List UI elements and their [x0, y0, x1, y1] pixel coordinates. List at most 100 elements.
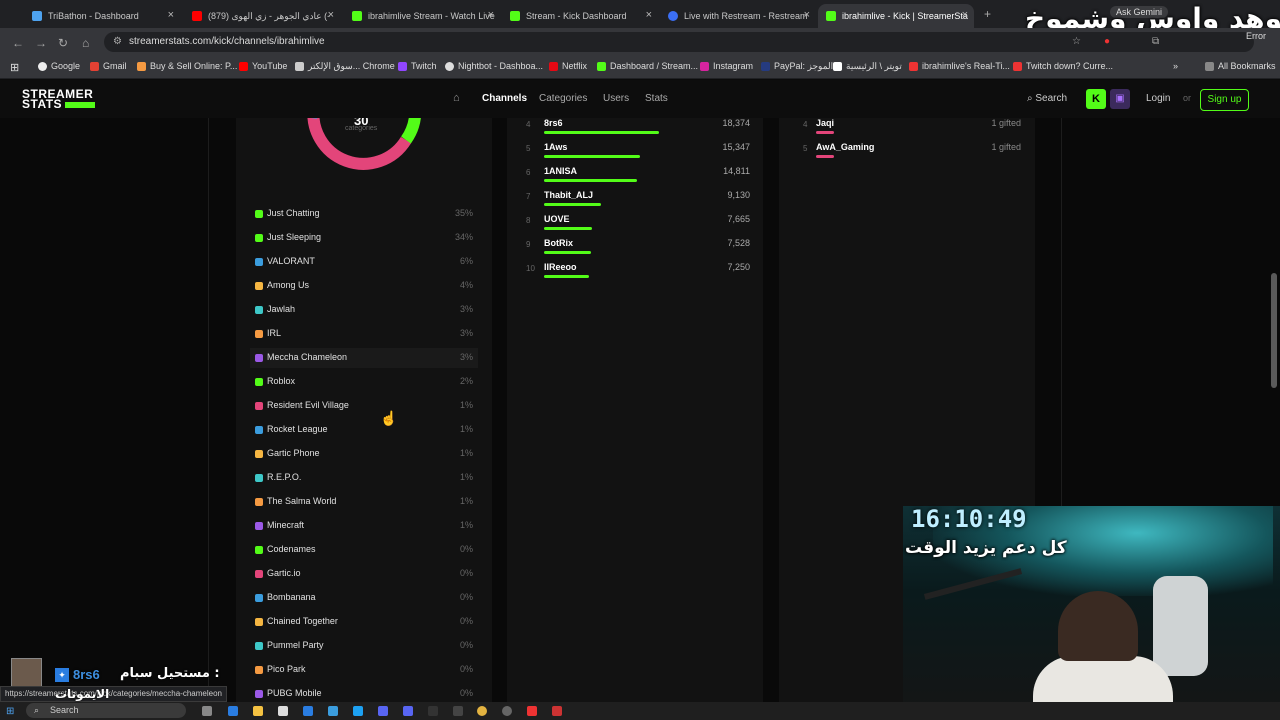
- browser-tab[interactable]: TriBathon - Dashboard ×: [24, 4, 180, 28]
- bookmark-buysell[interactable]: Buy & Sell Online: P...: [137, 61, 237, 71]
- category-row[interactable]: Just Sleeping 34%: [255, 228, 473, 248]
- file-explorer-icon[interactable]: [253, 706, 263, 716]
- gifter-name[interactable]: Jaqi: [816, 118, 834, 128]
- bookmark-dashboard[interactable]: Dashboard / Stream...: [597, 61, 698, 71]
- nav-channels[interactable]: Channels: [482, 93, 527, 104]
- category-row[interactable]: Among Us 4%: [255, 276, 473, 296]
- category-row[interactable]: Just Chatting 35%: [255, 204, 473, 224]
- extension-icon[interactable]: ●: [1104, 32, 1110, 52]
- obs-icon[interactable]: [502, 706, 512, 716]
- browser-tab[interactable]: ibrahimlive Stream - Watch Live ×: [344, 4, 500, 28]
- signup-button[interactable]: Sign up: [1200, 89, 1249, 111]
- bookmark-twitch[interactable]: Twitch: [398, 61, 437, 71]
- apps-icon[interactable]: ⊞: [10, 61, 19, 74]
- chatter-name[interactable]: Thabit_ALJ: [544, 190, 593, 200]
- chatter-name[interactable]: 1Aws: [544, 142, 567, 152]
- category-row[interactable]: Resident Evil Village 1%: [255, 396, 473, 416]
- category-row[interactable]: Rocket League 1%: [255, 420, 473, 440]
- close-icon[interactable]: ×: [168, 9, 174, 21]
- taskbar-search[interactable]: ⌕ Search: [26, 703, 186, 718]
- category-row[interactable]: Gartic Phone 1%: [255, 444, 473, 464]
- category-row[interactable]: IRL 3%: [255, 324, 473, 344]
- bookmark-paypal[interactable]: PayPal: الموجز: [761, 61, 833, 72]
- browser-tab[interactable]: Live with Restream - Restream ×: [660, 4, 816, 28]
- gifter-row[interactable]: 5 AwA_Gaming 1 gifted: [803, 142, 1021, 166]
- app-icon[interactable]: [527, 706, 537, 716]
- category-row[interactable]: Chained Together 0%: [255, 612, 473, 632]
- twitch-platform-button[interactable]: ▣: [1110, 89, 1130, 109]
- category-row[interactable]: Jawlah 3%: [255, 300, 473, 320]
- chatter-row[interactable]: 10 IIReeoo 7,250: [526, 262, 750, 286]
- page-scrollbar[interactable]: [1271, 273, 1277, 388]
- category-row[interactable]: Meccha Chameleon 3%: [250, 348, 478, 368]
- app-icon[interactable]: [228, 706, 238, 716]
- star-icon[interactable]: ☆: [1072, 32, 1081, 52]
- category-row[interactable]: Bombanana 0%: [255, 588, 473, 608]
- bookmark-nightbot[interactable]: Nightbot - Dashboa...: [445, 61, 543, 71]
- category-row[interactable]: Pico Park 0%: [255, 660, 473, 680]
- edge-icon[interactable]: [353, 706, 363, 716]
- chatter-name[interactable]: UOVE: [544, 214, 570, 224]
- chatter-name[interactable]: 1ANISA: [544, 166, 577, 176]
- back-icon[interactable]: ←: [12, 36, 24, 50]
- app-icon[interactable]: [278, 706, 288, 716]
- close-icon[interactable]: ×: [328, 9, 334, 21]
- forward-icon[interactable]: →: [35, 36, 47, 50]
- address-bar[interactable]: ⚙ streamerstats.com/kick/channels/ibrahi…: [104, 32, 1254, 52]
- bookmark-x[interactable]: تويتر \ الرئيسية: [833, 61, 902, 72]
- task-view-icon[interactable]: [202, 706, 212, 716]
- gifter-row[interactable]: 4 Jaqi 1 gifted: [803, 118, 1021, 142]
- bookmark-gmail[interactable]: Gmail: [90, 61, 127, 71]
- bookmark-chrome-market[interactable]: سوق الإلكتر... Chrome: [295, 61, 395, 72]
- bookmark-netflix[interactable]: Netflix: [549, 61, 587, 71]
- windows-start-icon[interactable]: ⊞: [6, 706, 14, 717]
- new-tab-icon[interactable]: +: [984, 7, 991, 21]
- bookmark-google[interactable]: Google: [38, 61, 80, 71]
- profile-error-button[interactable]: Error: [1246, 31, 1266, 41]
- app-icon[interactable]: [303, 706, 313, 716]
- browser-tab-active[interactable]: ibrahimlive - Kick | StreamerSta ×: [818, 4, 974, 28]
- chatter-row[interactable]: 7 Thabit_ALJ 9,130: [526, 190, 750, 214]
- nav-stats[interactable]: Stats: [645, 93, 668, 104]
- nav-users[interactable]: Users: [603, 93, 629, 104]
- search-button[interactable]: ⌕ Search: [1027, 93, 1067, 104]
- extensions-puzzle-icon[interactable]: ⧉: [1152, 32, 1159, 52]
- category-row[interactable]: Gartic.io 0%: [255, 564, 473, 584]
- site-info-icon[interactable]: ⚙: [113, 32, 122, 52]
- kick-platform-button[interactable]: K: [1086, 89, 1106, 109]
- category-row[interactable]: PUBG Mobile 0%: [255, 684, 473, 702]
- chevron-right-icon[interactable]: »: [1173, 61, 1178, 71]
- category-row[interactable]: The Salma World 1%: [255, 492, 473, 512]
- app-icon[interactable]: [378, 706, 388, 716]
- home-icon[interactable]: ⌂: [82, 36, 89, 50]
- nav-categories[interactable]: Categories: [539, 93, 587, 104]
- app-icon[interactable]: [328, 706, 338, 716]
- close-icon[interactable]: ×: [488, 9, 494, 21]
- login-link[interactable]: Login: [1146, 93, 1170, 104]
- chrome-icon[interactable]: [477, 706, 487, 716]
- site-logo[interactable]: STREAMER STATS: [22, 88, 96, 110]
- browser-tab[interactable]: Stream - Kick Dashboard ×: [502, 4, 658, 28]
- chatter-row[interactable]: 4 8rs6 18,374: [526, 118, 750, 142]
- category-row[interactable]: VALORANT 6%: [255, 252, 473, 272]
- category-row[interactable]: Codenames 0%: [255, 540, 473, 560]
- close-icon[interactable]: ×: [804, 9, 810, 21]
- reload-icon[interactable]: ↻: [58, 36, 68, 50]
- app-icon[interactable]: [552, 706, 562, 716]
- close-icon[interactable]: ×: [962, 9, 968, 21]
- bookmark-realtime[interactable]: ibrahimlive's Real-Ti...: [909, 61, 1010, 71]
- gifter-name[interactable]: AwA_Gaming: [816, 142, 874, 152]
- category-row[interactable]: R.E.P.O. 1%: [255, 468, 473, 488]
- chatter-row[interactable]: 5 1Aws 15,347: [526, 142, 750, 166]
- close-icon[interactable]: ×: [646, 9, 652, 21]
- chatter-name[interactable]: IIReeoo: [544, 262, 577, 272]
- discord-icon[interactable]: [403, 706, 413, 716]
- chatter-name[interactable]: BotRix: [544, 238, 573, 248]
- bookmark-youtube[interactable]: YouTube: [239, 61, 287, 71]
- chatter-row[interactable]: 8 UOVE 7,665: [526, 214, 750, 238]
- all-bookmarks[interactable]: All Bookmarks: [1205, 61, 1276, 71]
- browser-tab[interactable]: (879) عادي الجوهر - زي الهوى (- ×: [184, 4, 340, 28]
- chatter-name[interactable]: 8rs6: [544, 118, 563, 128]
- chatter-row[interactable]: 9 BotRix 7,528: [526, 238, 750, 262]
- category-row[interactable]: Roblox 2%: [255, 372, 473, 392]
